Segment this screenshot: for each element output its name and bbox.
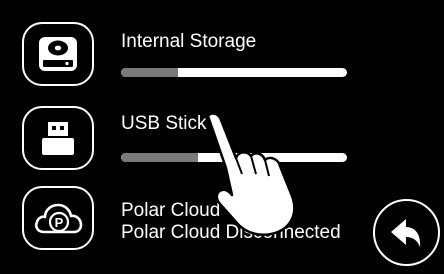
internal-storage-usage-bar (121, 68, 347, 77)
polar-cloud-button[interactable]: P (22, 186, 94, 250)
internal-storage-label: Internal Storage (121, 31, 257, 52)
hard-drive-icon (39, 37, 77, 71)
polar-cloud-status: Polar Cloud Disconnected (121, 222, 341, 243)
internal-storage-usage-fill (121, 68, 178, 77)
back-arrow-icon (390, 218, 420, 247)
back-button[interactable] (373, 199, 440, 266)
usb-stick-icon (42, 122, 74, 155)
usb-stick-usage-bar (121, 153, 347, 162)
storage-screen: Internal Storage USB Stick P Polar Cloud… (0, 0, 444, 274)
usb-stick-button[interactable] (22, 106, 94, 170)
internal-storage-button[interactable] (22, 22, 94, 86)
polar-cloud-icon: P (34, 203, 83, 234)
usb-stick-label: USB Stick (121, 113, 207, 134)
usb-stick-usage-fill (121, 153, 198, 162)
svg-text:P: P (55, 215, 64, 230)
polar-cloud-title: Polar Cloud (121, 200, 221, 221)
